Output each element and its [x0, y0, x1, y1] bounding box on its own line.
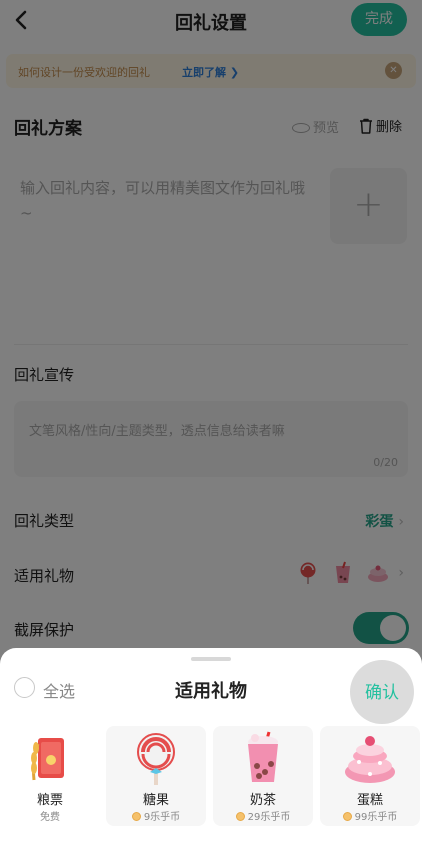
gift-card-candy[interactable]: 糖果 9乐乎币: [106, 726, 206, 826]
gift-price: 9乐乎币: [143, 812, 181, 823]
coin-icon: [342, 812, 352, 821]
grain-ticket-icon: [22, 730, 78, 786]
gift-name: 蛋糕: [356, 793, 383, 808]
gift-name: 粮票: [36, 793, 63, 808]
gift-name: 奶茶: [249, 793, 276, 808]
coin-icon: [235, 812, 245, 821]
gift-price-row: 99乐乎币: [320, 808, 420, 823]
gift-price-row: 29乐乎币: [213, 808, 313, 823]
coin-icon: [131, 812, 141, 821]
lollipop-icon: [128, 730, 184, 786]
gift-card-milk-tea[interactable]: 奶茶 29乐乎币: [213, 726, 313, 826]
gift-price: 免费: [40, 812, 60, 823]
applicable-gifts-sheet: 全选 适用礼物 确认 粮票 免费 糖果 9乐乎币 奶茶 29乐乎币 蛋糕 99乐…: [0, 648, 422, 852]
drag-handle[interactable]: [191, 657, 231, 661]
cake-icon: [342, 730, 398, 786]
confirm-button[interactable]: 确认: [350, 678, 414, 703]
gift-name: 糖果: [142, 793, 169, 808]
gift-price: 29乐乎币: [247, 812, 291, 823]
gift-card-grain-ticket[interactable]: 粮票 免费: [0, 726, 100, 826]
milk-tea-icon: [235, 730, 291, 786]
gift-price-row: 9乐乎币: [106, 808, 206, 823]
gift-list: 粮票 免费 糖果 9乐乎币 奶茶 29乐乎币 蛋糕 99乐乎币: [0, 726, 422, 826]
gift-price: 99乐乎币: [354, 812, 398, 823]
gift-card-cake[interactable]: 蛋糕 99乐乎币: [320, 726, 420, 826]
